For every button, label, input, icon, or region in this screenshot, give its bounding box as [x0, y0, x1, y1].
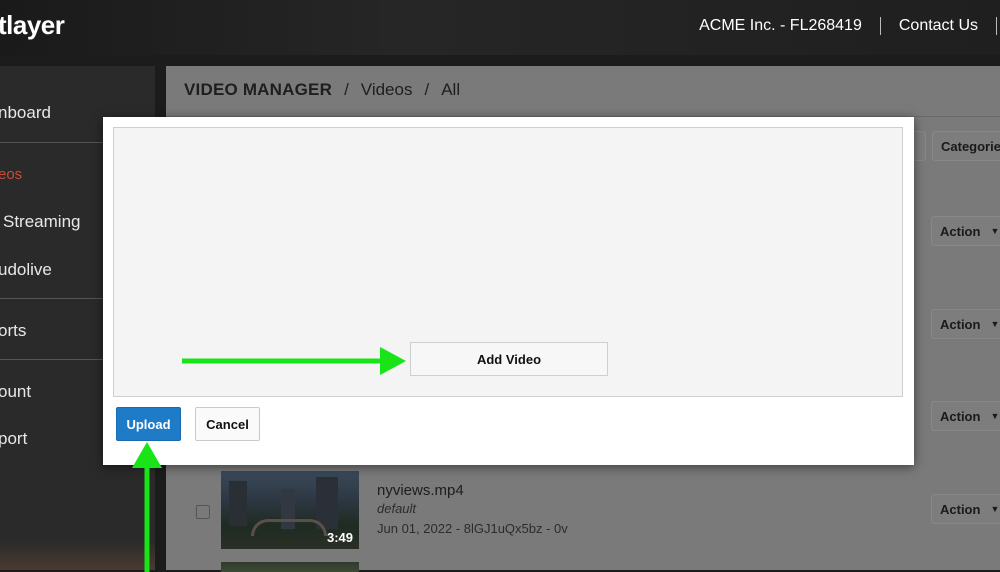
categories-dropdown[interactable]: Categories [932, 131, 1000, 161]
page-title: VIDEO MANAGER [184, 80, 333, 99]
thumb-bridge [251, 519, 327, 536]
breadcrumb: VIDEO MANAGER / Videos / All [184, 80, 460, 100]
action-dropdown[interactable]: Action ▼ [931, 401, 1000, 431]
action-label: Action [940, 223, 981, 239]
breadcrumb-separator: / [424, 80, 430, 99]
cancel-button[interactable]: Cancel [195, 407, 260, 441]
upload-modal: Add Video Upload Cancel [103, 117, 914, 465]
brand-logo[interactable]: tlayer [0, 10, 65, 41]
caret-down-icon: ▼ [990, 411, 1000, 421]
contact-us-link[interactable]: Contact Us [899, 17, 978, 35]
categories-label: Categories [941, 138, 1000, 154]
breadcrumb-all[interactable]: All [441, 80, 460, 100]
caret-down-icon: ▼ [990, 226, 1000, 236]
action-dropdown[interactable]: Action ▼ [931, 216, 1000, 246]
sidebar-item-account[interactable]: ount [0, 382, 31, 402]
caret-down-icon: ▼ [990, 504, 1000, 514]
caret-down-icon: ▼ [990, 319, 1000, 329]
action-dropdown[interactable]: Action ▼ [931, 309, 1000, 339]
video-thumbnail[interactable] [221, 562, 359, 572]
main-header: VIDEO MANAGER / Videos / All [166, 66, 1000, 117]
sidebar-item-reports[interactable]: orts [0, 321, 26, 341]
sidebar-item-videos[interactable]: eos [0, 166, 22, 183]
video-duration: 3:49 [326, 530, 353, 545]
upload-button[interactable]: Upload [116, 407, 181, 441]
video-player-profile: default [377, 501, 417, 516]
action-label: Action [940, 408, 981, 424]
video-thumbnail[interactable]: 3:49 [221, 471, 359, 549]
thumb-building [229, 481, 247, 526]
sidebar-item-support[interactable]: port [0, 429, 27, 449]
top-divider [879, 17, 881, 35]
action-dropdown[interactable]: Action ▼ [931, 494, 1000, 524]
action-label: Action [940, 501, 981, 517]
account-label[interactable]: ACME Inc. - FL268419 [699, 17, 862, 35]
video-meta: Jun 01, 2022 - 8lGJ1uQx5bz - 0v [377, 521, 568, 536]
sidebar-item-streaming[interactable]: Streaming [3, 212, 80, 232]
top-links: ACME Inc. - FL268419 Contact Us [699, 17, 1000, 35]
row-checkbox[interactable] [196, 505, 210, 519]
top-divider [996, 17, 997, 35]
add-video-button[interactable]: Add Video [410, 342, 608, 376]
breadcrumb-separator: / [344, 80, 349, 99]
annotation-arrow-right-icon [182, 347, 406, 375]
breadcrumb-videos[interactable]: Videos [361, 80, 413, 100]
sidebar-item-studiolive[interactable]: udolive [0, 260, 52, 280]
sidebar-item-dashboard[interactable]: nboard [0, 103, 51, 123]
annotation-arrow-up-icon [132, 442, 162, 572]
action-label: Action [940, 316, 981, 332]
top-bar: tlayer ACME Inc. - FL268419 Contact Us [0, 0, 1000, 55]
video-title[interactable]: nyviews.mp4 [377, 482, 464, 499]
